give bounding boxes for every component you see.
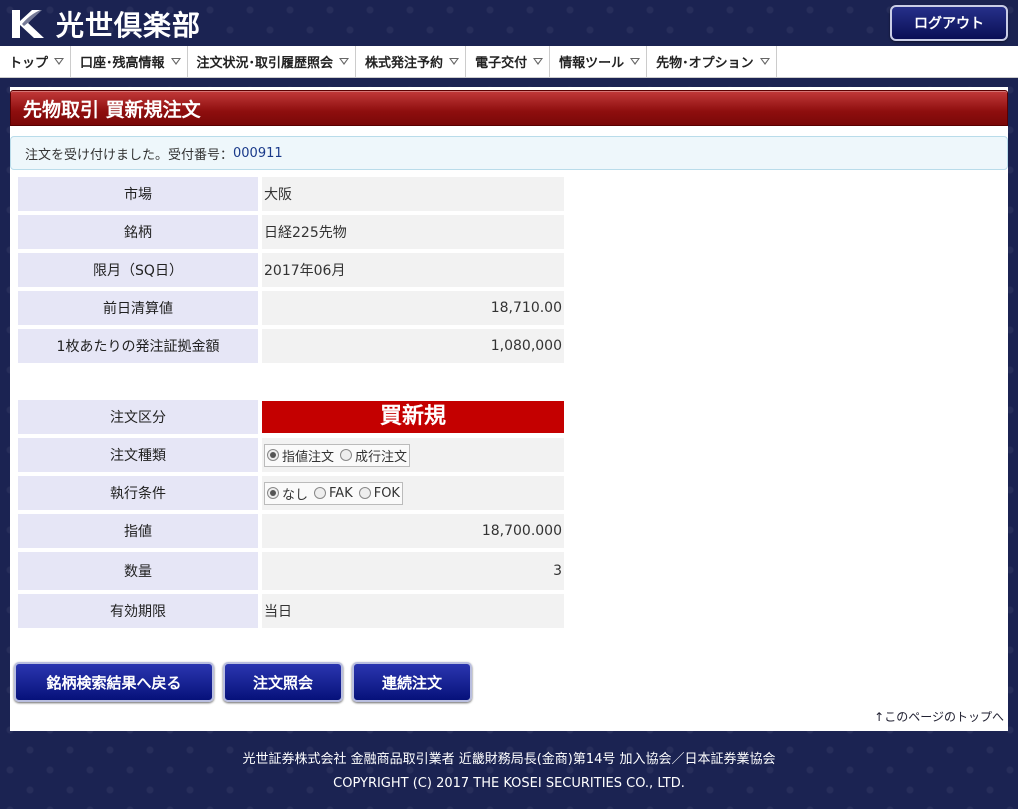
market-label: 市場 <box>18 177 258 211</box>
nav-item-e-delivery[interactable]: 電子交付 <box>466 46 551 77</box>
table-row: 数量 3 <box>18 552 564 590</box>
action-buttons: 銘柄検索結果へ戻る 注文照会 連続注文 <box>14 662 481 702</box>
continuous-order-button[interactable]: 連続注文 <box>352 662 472 702</box>
order-type-label: 注文区分 <box>18 400 258 434</box>
radio-label: FAK <box>329 485 353 501</box>
table-row: 執行条件 なし FAK FOK <box>18 476 564 510</box>
issue-label: 銘柄 <box>18 215 258 249</box>
radio-cond-none[interactable]: なし <box>267 484 308 503</box>
radio-limit-order[interactable]: 指値注文 <box>267 446 334 465</box>
logout-button[interactable]: ログアウト <box>890 5 1008 41</box>
chevron-down-icon <box>759 58 770 65</box>
table-row: 前日清算値 18,710.00 <box>18 291 564 325</box>
settle-label: 前日清算値 <box>18 291 258 325</box>
radio-label: 指値注文 <box>282 449 335 465</box>
settle-value: 18,710.00 <box>262 291 564 325</box>
nav-item-label: 口座･残高情報 <box>80 56 165 71</box>
table-row: 有効期限 当日 <box>18 594 564 628</box>
issue-value: 日経225先物 <box>262 215 564 249</box>
radio-label: 成行注文 <box>355 449 408 465</box>
notice-text: 注文を受け付けました。受付番号： <box>25 147 234 163</box>
month-value: 2017年06月 <box>262 253 564 287</box>
radio-selected-icon <box>267 449 279 461</box>
exec-cond-cell: なし FAK FOK <box>262 476 564 510</box>
content-panel: 先物取引 買新規注文 注文を受け付けました。受付番号： 000911 市場 大阪 … <box>10 87 1008 731</box>
table-row: 注文区分 買新規 <box>18 400 564 434</box>
exec-cond-radio-group: なし FAK FOK <box>264 481 403 505</box>
order-type-cell: 買新規 <box>262 400 564 434</box>
market-value: 大阪 <box>262 177 564 211</box>
month-label: 限月（SQ日） <box>18 253 258 287</box>
table-row: 注文種類 指値注文 成行注文 <box>18 438 564 472</box>
footer: 光世証券株式会社 金融商品取引業者 近畿財務局長(金商)第14号 加入協会／日本… <box>0 748 1018 796</box>
nav-item-order-status[interactable]: 注文状況･取引履歴照会 <box>188 46 357 77</box>
logo-k-icon <box>8 6 48 42</box>
nav-item-label: 注文状況･取引履歴照会 <box>196 56 334 71</box>
expiry-label: 有効期限 <box>18 594 258 628</box>
nav-item-stock-reserve[interactable]: 株式発注予約 <box>356 46 467 77</box>
table-row: 指値 18,700.000 <box>18 514 564 548</box>
table-row: 市場 大阪 <box>18 177 564 211</box>
order-kind-radio-group: 指値注文 成行注文 <box>264 443 411 467</box>
back-to-search-results-button[interactable]: 銘柄検索結果へ戻る <box>14 662 214 702</box>
nav-item-label: 電子交付 <box>475 56 528 71</box>
radio-unselected-icon <box>314 487 327 499</box>
page-title: 先物取引 買新規注文 <box>10 90 1008 126</box>
expiry-value: 当日 <box>262 594 564 628</box>
chevron-down-icon <box>630 58 641 65</box>
order-kind-label: 注文種類 <box>18 438 258 472</box>
contract-info-table: 市場 大阪 銘柄 日経225先物 限月（SQ日） 2017年06月 前日清算値 … <box>14 173 568 367</box>
radio-unselected-icon <box>340 449 353 461</box>
exec-cond-label: 執行条件 <box>18 476 258 510</box>
order-inquiry-button[interactable]: 注文照会 <box>223 662 343 702</box>
limit-price-value: 18,700.000 <box>262 514 564 548</box>
table-row: 銘柄 日経225先物 <box>18 215 564 249</box>
chevron-down-icon <box>339 58 350 65</box>
logo-text: 光世倶楽部 <box>56 9 202 42</box>
nav-item-info-tools[interactable]: 情報ツール <box>550 46 648 77</box>
radio-market-order[interactable]: 成行注文 <box>340 446 407 465</box>
nav-item-futures-options[interactable]: 先物･オプション <box>647 46 777 77</box>
chevron-down-icon <box>533 58 544 65</box>
nav-item-label: 先物･オプション <box>656 56 754 71</box>
chevron-down-icon <box>170 58 181 65</box>
order-type-value: 買新規 <box>262 401 564 433</box>
radio-label: FOK <box>373 485 400 501</box>
margin-label: 1枚あたりの発注証拠金額 <box>18 329 258 363</box>
order-kind-cell: 指値注文 成行注文 <box>262 438 564 472</box>
chevron-down-icon <box>449 58 460 65</box>
main-nav: トップ 口座･残高情報 注文状況･取引履歴照会 株式発注予約 電子交付 情報ツー… <box>0 46 1018 78</box>
nav-item-label: 株式発注予約 <box>365 56 444 71</box>
nav-item-label: トップ <box>9 56 49 71</box>
page-top-link[interactable]: ↑このページのトップへ <box>874 708 1004 725</box>
header: 光世倶楽部 ログアウト <box>0 0 1018 46</box>
radio-cond-fak[interactable]: FAK <box>314 486 353 501</box>
quantity-value: 3 <box>262 552 564 590</box>
radio-selected-icon <box>267 487 279 499</box>
footer-company-info: 光世証券株式会社 金融商品取引業者 近畿財務局長(金商)第14号 加入協会／日本… <box>242 752 776 767</box>
footer-copyright: COPYRIGHT (C) 2017 THE KOSEI SECURITIES … <box>333 776 685 791</box>
order-accepted-notice: 注文を受け付けました。受付番号： 000911 <box>10 136 1008 170</box>
nav-item-label: 情報ツール <box>559 56 625 71</box>
quantity-label: 数量 <box>18 552 258 590</box>
logo[interactable]: 光世倶楽部 <box>8 4 201 44</box>
limit-price-label: 指値 <box>18 514 258 548</box>
margin-value: 1,080,000 <box>262 329 564 363</box>
table-row: 限月（SQ日） 2017年06月 <box>18 253 564 287</box>
chevron-down-icon <box>54 58 65 65</box>
nav-item-top[interactable]: トップ <box>0 46 72 77</box>
radio-unselected-icon <box>358 487 371 499</box>
table-row: 1枚あたりの発注証拠金額 1,080,000 <box>18 329 564 363</box>
radio-cond-fok[interactable]: FOK <box>358 485 400 501</box>
radio-label: なし <box>282 487 309 503</box>
order-details-table: 注文区分 買新規 注文種類 指値注文 成行注文 執行条件 なし FAK FOK <box>14 396 568 632</box>
nav-item-account[interactable]: 口座･残高情報 <box>71 46 188 77</box>
receipt-number: 000911 <box>233 145 283 161</box>
